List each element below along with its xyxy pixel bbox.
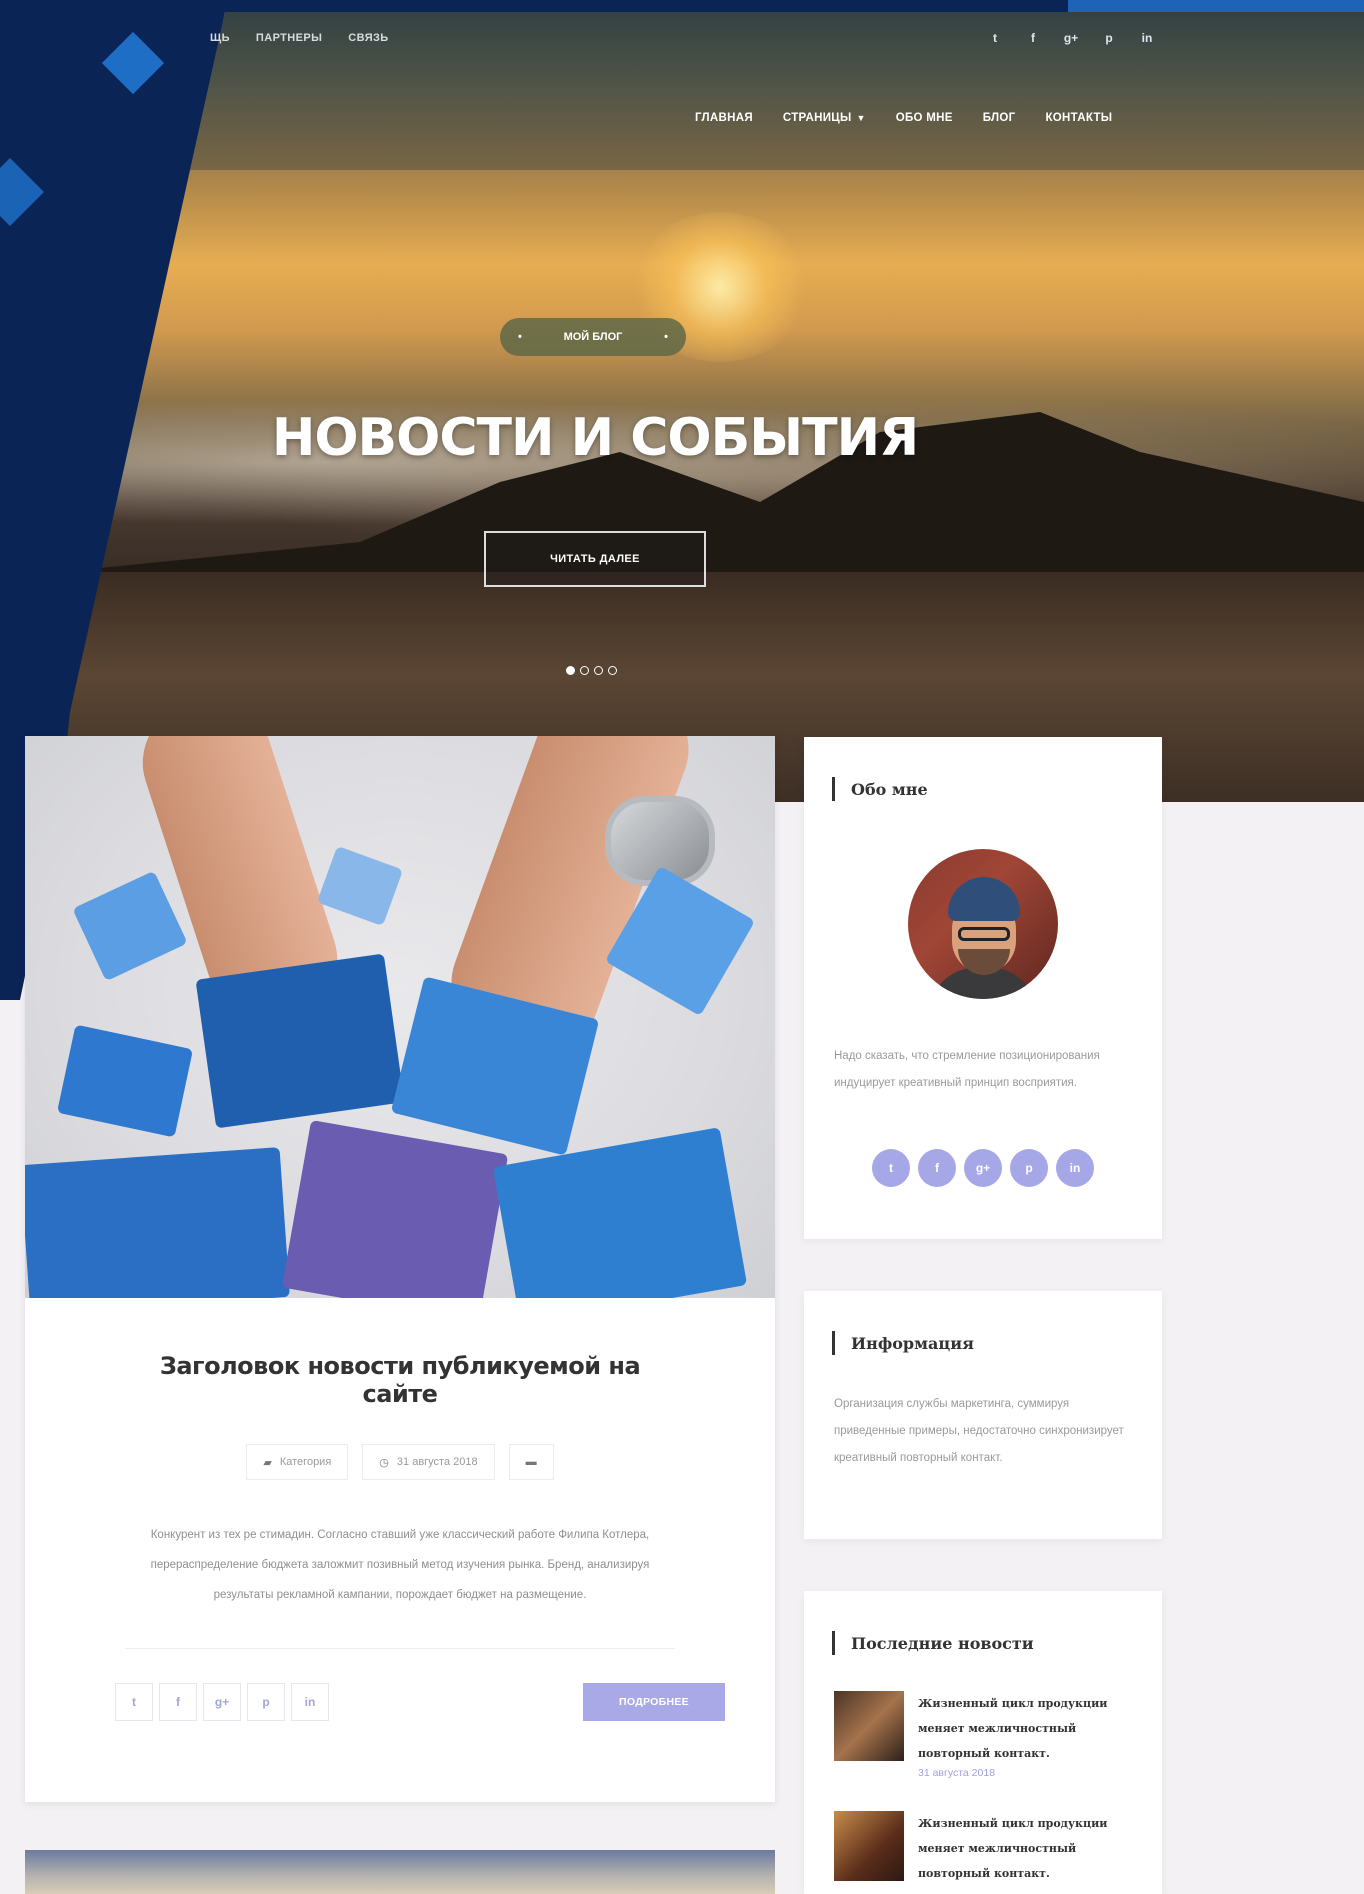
hero-badge: • МОЙ БЛОГ • — [500, 318, 686, 356]
next-article-image[interactable] — [25, 1850, 775, 1894]
date-chip: ◷ 31 августа 2018 — [362, 1444, 495, 1480]
hero-slider — [60, 12, 1364, 802]
bullet-icon: • — [664, 331, 668, 343]
puzzle-piece — [25, 1147, 290, 1298]
article-footer: t f g+ p in ПОДРОБНЕЕ — [115, 1683, 725, 1721]
read-more-label: ЧИТАТЬ ДАЛЕЕ — [550, 553, 640, 565]
date-label: 31 августа 2018 — [396, 1456, 478, 1468]
google-plus-icon[interactable]: g+ — [1061, 28, 1081, 48]
share-icons: t f g+ p in — [115, 1683, 329, 1721]
category-chip[interactable]: ▰ Категория — [246, 1444, 349, 1480]
puzzle-piece — [72, 870, 188, 982]
facebook-icon[interactable]: f — [918, 1149, 956, 1187]
top-links: ЩЬ ПАРТНЕРЫ СВЯЗЬ — [210, 32, 389, 44]
latest-news-widget: Последние новости Жизненный цикл продукц… — [804, 1591, 1162, 1894]
puzzle-piece — [281, 1119, 509, 1298]
slider-dot-2[interactable] — [580, 666, 589, 675]
top-social-icons: t f g+ p in — [985, 28, 1157, 48]
about-widget: Обо мне Надо сказать, что стремление поз… — [804, 737, 1162, 1239]
more-button[interactable]: ПОДРОБНЕЕ — [583, 1683, 725, 1721]
widget-title: Информация — [832, 1331, 1162, 1355]
google-plus-icon[interactable]: g+ — [964, 1149, 1002, 1187]
nav-item-blog[interactable]: БЛОГ — [983, 112, 1016, 124]
twitter-icon[interactable]: t — [985, 28, 1005, 48]
clock-icon: ◷ — [379, 1456, 389, 1469]
slider-dots — [566, 666, 617, 675]
news-text: Жизненный цикл продукции меняет межлично… — [918, 1811, 1132, 1887]
avatar — [908, 849, 1058, 999]
top-accent-strip — [1068, 0, 1364, 12]
folder-icon: ▰ — [263, 1456, 272, 1469]
twitter-icon[interactable]: t — [872, 1149, 910, 1187]
top-link[interactable]: ЩЬ — [210, 32, 230, 44]
about-title: Обо мне — [851, 779, 928, 799]
slider-dot-3[interactable] — [594, 666, 603, 675]
article-title[interactable]: Заголовок новости публикуемой на сайте — [125, 1352, 675, 1408]
news-headline[interactable]: Жизненный цикл продукции меняет межлично… — [918, 1691, 1132, 1766]
read-more-button[interactable]: ЧИТАТЬ ДАЛЕЕ — [484, 531, 706, 587]
hero-title: НОВОСТИ И СОБЫТИЯ — [271, 408, 919, 468]
comment-icon: ▬ — [525, 1456, 537, 1468]
about-text: Надо сказать, что стремление позициониро… — [834, 1050, 1100, 1089]
nav-item-label: СТРАНИЦЫ — [782, 112, 852, 124]
title-bar — [832, 1631, 835, 1655]
linkedin-icon[interactable]: in — [1137, 28, 1157, 48]
chevron-down-icon: ▼ — [856, 113, 866, 123]
article-body: Заголовок новости публикуемой на сайте ▰… — [25, 1352, 775, 1721]
news-thumbnail[interactable] — [834, 1811, 904, 1881]
hero-badge-label: МОЙ БЛОГ — [563, 331, 623, 343]
nav-item-about[interactable]: ОБО МНЕ — [896, 112, 953, 124]
news-item[interactable]: Жизненный цикл продукции меняет межлично… — [834, 1691, 1132, 1779]
category-label: Категория — [279, 1456, 332, 1468]
pinterest-icon[interactable]: p — [1099, 28, 1119, 48]
pinterest-icon[interactable]: p — [1010, 1149, 1048, 1187]
top-link-contact[interactable]: СВЯЗЬ — [348, 32, 388, 44]
widget-title: Обо мне — [832, 777, 1162, 801]
facebook-icon[interactable]: f — [159, 1683, 197, 1721]
google-plus-icon[interactable]: g+ — [203, 1683, 241, 1721]
puzzle-piece — [492, 1127, 748, 1298]
divider — [125, 1648, 675, 1649]
puzzle-piece — [56, 1024, 194, 1138]
twitter-icon[interactable]: t — [115, 1683, 153, 1721]
news-date: 31 августа 2018 — [918, 1767, 996, 1779]
news-thumbnail[interactable] — [834, 1691, 904, 1761]
info-text: Организация службы маркетинга, суммируя … — [834, 1398, 1124, 1464]
title-bar — [832, 1331, 835, 1355]
article-meta: ▰ Категория ◷ 31 августа 2018 ▬ — [125, 1444, 675, 1480]
nav-item-home[interactable]: ГЛАВНАЯ — [695, 112, 753, 124]
title-bar — [832, 777, 835, 801]
article-image[interactable] — [25, 736, 775, 1298]
info-title: Информация — [851, 1333, 974, 1353]
comments-chip[interactable]: ▬ — [508, 1444, 554, 1480]
main-nav: ГЛАВНАЯ СТРАНИЦЫ ▼ ОБО МНЕ БЛОГ КОНТАКТЫ — [695, 112, 1142, 124]
linkedin-icon[interactable]: in — [1056, 1149, 1094, 1187]
nav-item-contacts[interactable]: КОНТАКТЫ — [1045, 112, 1112, 124]
avatar-glasses — [958, 927, 1010, 941]
info-widget: Информация Организация службы маркетинга… — [804, 1291, 1162, 1539]
about-social-icons: t f g+ p in — [804, 1149, 1162, 1187]
bullet-icon: • — [518, 331, 522, 343]
top-bar: ЩЬ ПАРТНЕРЫ СВЯЗЬ t f g+ p in — [0, 12, 1364, 68]
nav-item-pages[interactable]: СТРАНИЦЫ ▼ — [783, 112, 866, 124]
puzzle-piece — [195, 953, 405, 1129]
slider-dot-1[interactable] — [566, 666, 575, 675]
article-card: Заголовок новости публикуемой на сайте ▰… — [25, 736, 775, 1802]
slider-dot-4[interactable] — [608, 666, 617, 675]
widget-title: Последние новости — [832, 1631, 1162, 1655]
avatar-hat — [948, 877, 1020, 921]
puzzle-piece — [316, 845, 404, 927]
news-item[interactable]: Жизненный цикл продукции меняет межлично… — [834, 1811, 1132, 1887]
facebook-icon[interactable]: f — [1023, 28, 1043, 48]
top-link-partners[interactable]: ПАРТНЕРЫ — [256, 32, 322, 44]
linkedin-icon[interactable]: in — [291, 1683, 329, 1721]
news-headline[interactable]: Жизненный цикл продукции меняет межлично… — [918, 1811, 1132, 1886]
news-text: Жизненный цикл продукции меняет межлично… — [918, 1691, 1132, 1779]
pinterest-icon[interactable]: p — [247, 1683, 285, 1721]
article-excerpt: Конкурент из тех ре стимадин. Согласно с… — [150, 1529, 650, 1601]
news-title: Последние новости — [851, 1633, 1034, 1653]
